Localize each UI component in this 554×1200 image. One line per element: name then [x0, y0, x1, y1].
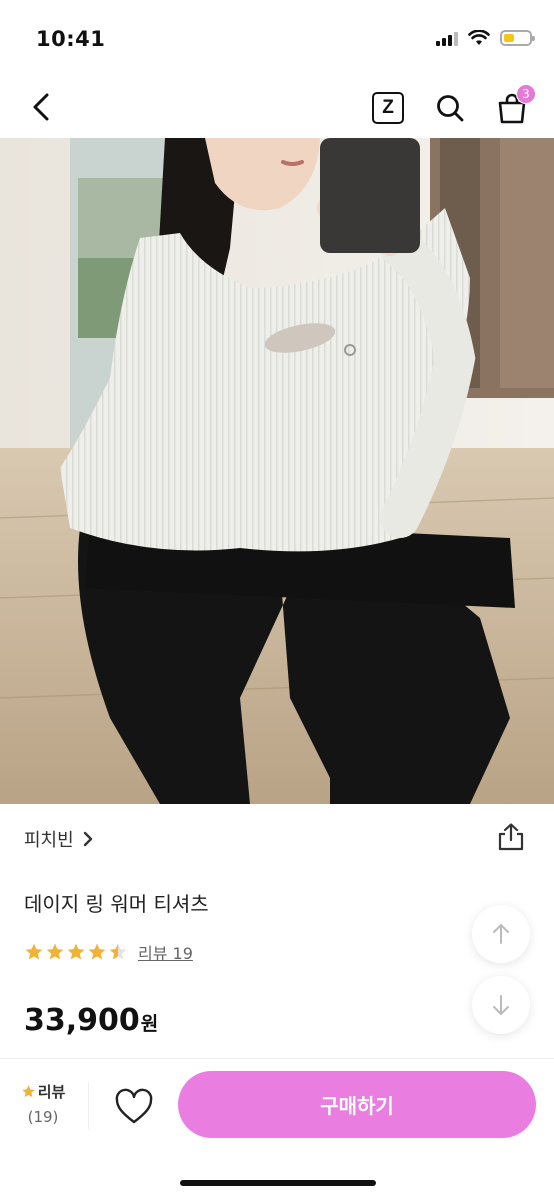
- scroll-up-button[interactable]: [472, 905, 530, 963]
- review-summary-button[interactable]: 리뷰 (19): [18, 1081, 68, 1126]
- review-summary-count: (19): [27, 1108, 59, 1126]
- price: 33,900 원: [24, 1003, 158, 1038]
- star-icon: [88, 943, 106, 960]
- arrow-up-icon: [493, 924, 509, 944]
- battery-icon: [500, 30, 535, 46]
- zigzag-home-button[interactable]: Z: [368, 88, 408, 128]
- nav-bar: Z 3: [0, 76, 554, 138]
- search-icon: [437, 95, 464, 122]
- price-unit: 원: [140, 1013, 159, 1035]
- cart-count-badge: 3: [516, 84, 536, 104]
- status-bar: 10:41: [0, 0, 554, 76]
- price-value: 33,900: [24, 1003, 140, 1038]
- divider: [88, 1083, 89, 1129]
- share-icon[interactable]: [496, 822, 526, 852]
- product-title: 데이지 링 워머 티셔츠: [24, 892, 209, 916]
- buy-button[interactable]: 구매하기: [178, 1071, 536, 1138]
- back-chevron-icon[interactable]: [26, 90, 60, 124]
- status-icons: [436, 30, 535, 46]
- search-button[interactable]: [430, 88, 470, 128]
- rating-stars: [24, 942, 128, 962]
- star-icon: [25, 943, 43, 960]
- review-summary-text: 리뷰: [37, 1083, 66, 1101]
- cart-button[interactable]: 3: [492, 84, 536, 128]
- review-summary-label: 리뷰: [18, 1081, 68, 1102]
- store-row: 피치빈: [0, 816, 554, 860]
- star-icon: [67, 943, 85, 960]
- cellular-signal-icon: [436, 31, 458, 46]
- store-link[interactable]: 피치빈: [24, 826, 94, 852]
- rating-row: 리뷰 19: [24, 940, 193, 964]
- bottom-action-bar: 리뷰 (19) 구매하기: [0, 1058, 554, 1200]
- heart-icon[interactable]: [112, 1087, 156, 1127]
- product-image[interactable]: [0, 138, 554, 804]
- scroll-down-button[interactable]: [472, 976, 530, 1034]
- nav-actions: Z 3: [368, 84, 536, 128]
- review-link[interactable]: 리뷰 19: [138, 940, 193, 964]
- wifi-icon: [468, 30, 490, 45]
- home-indicator: [180, 1180, 376, 1186]
- chevron-right-icon: [83, 831, 92, 847]
- star-icon: [21, 1085, 35, 1098]
- status-time: 10:41: [36, 27, 106, 51]
- store-name: 피치빈: [24, 830, 74, 851]
- product-photo: [0, 138, 554, 804]
- arrow-down-icon: [493, 995, 509, 1015]
- z-logo-icon: Z: [372, 92, 404, 124]
- half-star-icon: [109, 943, 127, 960]
- star-icon: [46, 943, 64, 960]
